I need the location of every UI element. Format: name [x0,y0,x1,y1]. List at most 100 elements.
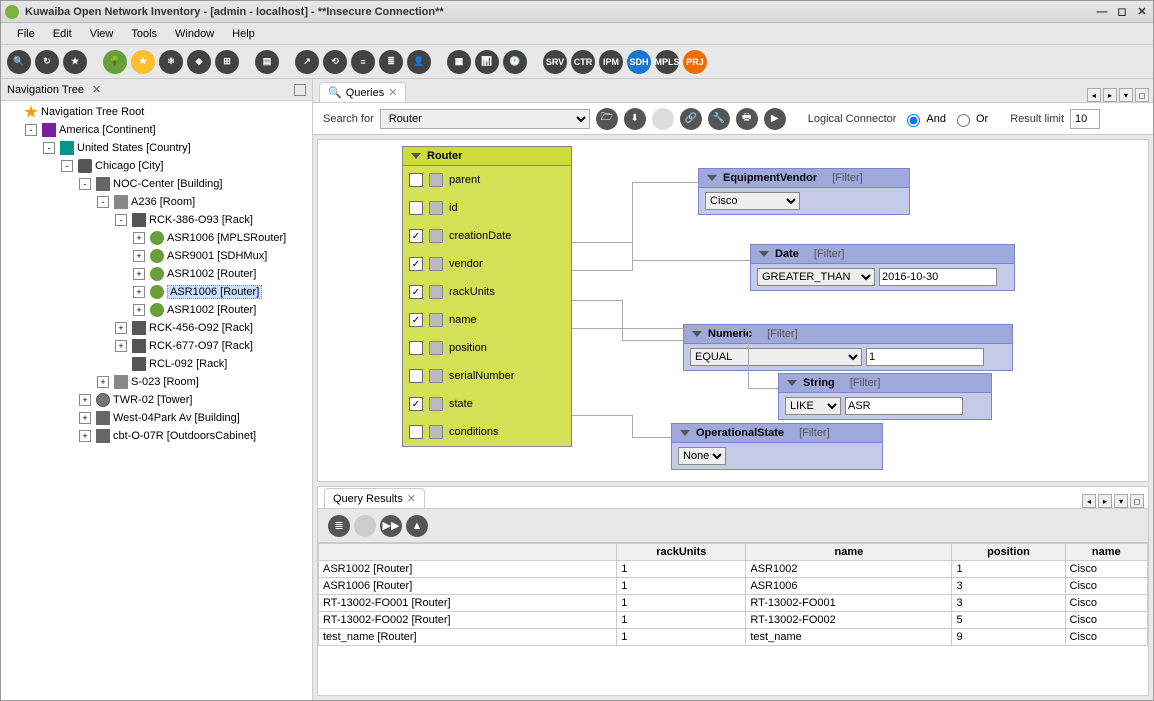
table-row[interactable]: RT-13002-FO002 [Router]1RT-13002-FO0025C… [319,612,1148,629]
column-header[interactable]: position [952,544,1065,561]
tree-item[interactable]: RCL-092 [Rack] [1,355,312,373]
tab-query-results[interactable]: Query Results ✕ [324,488,425,508]
tree-item[interactable]: +cbt-O-07R [OutdoorsCabinet] [1,427,312,445]
attr-checkbox[interactable] [409,257,423,271]
attr-checkbox[interactable] [409,173,423,187]
refresh-icon[interactable]: ↻ [35,50,59,74]
tab-maximize[interactable]: ◻ [1130,494,1144,508]
tab-dropdown[interactable]: ▾ [1114,494,1128,508]
attr-row-name[interactable]: name [403,306,571,334]
menu-tools[interactable]: Tools [123,26,165,42]
tree-item[interactable]: -A236 [Room] [1,193,312,211]
equipmentvendor-filter[interactable]: EquipmentVendor [Filter] Cisco [698,168,910,215]
tree-toggle[interactable]: + [79,394,91,406]
tree-toggle[interactable]: + [133,286,145,298]
collapse-icon[interactable] [707,175,717,181]
clock-icon[interactable]: 🕐 [503,50,527,74]
tree-toggle[interactable]: + [133,268,145,280]
nav-panel-close[interactable]: ✕ [88,83,105,96]
results-table[interactable]: rackUnitsnamepositionnameASR1002 [Router… [318,543,1148,695]
attr-checkbox[interactable] [409,425,423,439]
srv-icon[interactable]: SRV [543,50,567,74]
attr-row-parent[interactable]: parent [403,166,571,194]
attr-visibility-icon[interactable] [429,285,443,299]
ipm-icon[interactable]: IPM [599,50,623,74]
export-results-icon[interactable]: ≣ [328,515,350,537]
table-row[interactable]: ASR1006 [Router]1ASR10063Cisco [319,578,1148,595]
tab-next[interactable]: ▸ [1098,494,1112,508]
attr-checkbox[interactable] [409,313,423,327]
tab-dropdown[interactable]: ▾ [1119,88,1133,102]
wrench-icon[interactable]: 🔧 [708,108,730,130]
sdh-icon[interactable]: SDH [627,50,651,74]
tree-toggle[interactable]: - [115,214,127,226]
nav-panel-dock[interactable] [294,84,306,96]
chart-icon[interactable]: 📊 [475,50,499,74]
doc-icon[interactable]: ≣ [379,50,403,74]
tree-toggle[interactable]: + [79,430,91,442]
next-page-icon[interactable]: ▶▶ [380,515,402,537]
tab-next[interactable]: ▸ [1103,88,1117,102]
tree-toggle[interactable]: - [61,160,73,172]
vendor-select[interactable]: Cisco [705,192,800,210]
attr-checkbox[interactable] [409,369,423,383]
ctr-icon[interactable]: CTR [571,50,595,74]
tree-item[interactable]: +West-04Park Av [Building] [1,409,312,427]
or-radio-input[interactable] [957,114,970,127]
search-class-select[interactable]: Router [380,109,590,129]
collapse-icon[interactable] [759,251,769,257]
result-limit-input[interactable] [1070,109,1100,129]
menu-help[interactable]: Help [224,26,263,42]
string-op-select[interactable]: LIKE [785,397,841,415]
collapse-icon[interactable] [692,331,702,337]
tab-queries[interactable]: 🔍 Queries ✕ [319,82,406,102]
attr-checkbox[interactable] [409,397,423,411]
tree-item[interactable]: -NOC-Center [Building] [1,175,312,193]
menu-file[interactable]: File [9,26,43,42]
attr-visibility-icon[interactable] [429,341,443,355]
tab-maximize[interactable]: ◻ [1135,88,1149,102]
attr-row-id[interactable]: id [403,194,571,222]
attr-row-conditions[interactable]: conditions [403,418,571,446]
tab-prev[interactable]: ◂ [1082,494,1096,508]
tree-toggle[interactable]: - [79,178,91,190]
attr-visibility-icon[interactable] [429,257,443,271]
router-node[interactable]: Router parentidcreationDatevendorrackUni… [402,146,572,447]
column-header[interactable] [319,544,617,561]
string-value-input[interactable] [845,397,963,415]
attr-visibility-icon[interactable] [429,425,443,439]
attr-visibility-icon[interactable] [429,229,443,243]
tab-close-icon[interactable]: ✕ [388,86,397,99]
attr-checkbox[interactable] [409,285,423,299]
opstate-select[interactable]: None [678,447,726,465]
date-filter[interactable]: Date [Filter] GREATER_THAN [750,244,1015,291]
link-icon[interactable]: 🔗 [680,108,702,130]
query-canvas[interactable]: Router parentidcreationDatevendorrackUni… [317,139,1149,482]
tree-item[interactable]: +TWR-02 [Tower] [1,391,312,409]
attr-checkbox[interactable] [409,201,423,215]
operationalstate-filter[interactable]: OperationalState [Filter] None [671,423,883,470]
close-button[interactable]: ✕ [1135,5,1149,19]
attr-row-serialNumber[interactable]: serialNumber [403,362,571,390]
task-icon[interactable]: ▦ [447,50,471,74]
export-icon[interactable]: ↗ [295,50,319,74]
mpls-icon[interactable]: MPLS [655,50,679,74]
date-op-select[interactable]: GREATER_THAN [757,268,875,286]
and-radio-input[interactable] [907,114,920,127]
tree-toggle[interactable]: + [79,412,91,424]
string-filter[interactable]: String [Filter] LIKE [778,373,992,420]
attr-visibility-icon[interactable] [429,173,443,187]
collapse-icon[interactable] [680,430,690,436]
tree-item[interactable]: -United States [Country] [1,139,312,157]
open-query-icon[interactable]: 🗁 [596,108,618,130]
tree-item[interactable]: +S-023 [Room] [1,373,312,391]
run-query-icon[interactable]: ▶ [764,108,786,130]
tree-toggle[interactable]: + [133,232,145,244]
column-header[interactable]: name [1065,544,1147,561]
tree-item[interactable]: +ASR9001 [SDHMux] [1,247,312,265]
tree-toggle[interactable]: - [25,124,37,136]
fav-icon[interactable]: ★ [131,50,155,74]
tree-item[interactable]: +RCK-456-O92 [Rack] [1,319,312,337]
attr-row-vendor[interactable]: vendor [403,250,571,278]
navigation-tree[interactable]: Navigation Tree Root-America [Continent]… [1,101,312,700]
